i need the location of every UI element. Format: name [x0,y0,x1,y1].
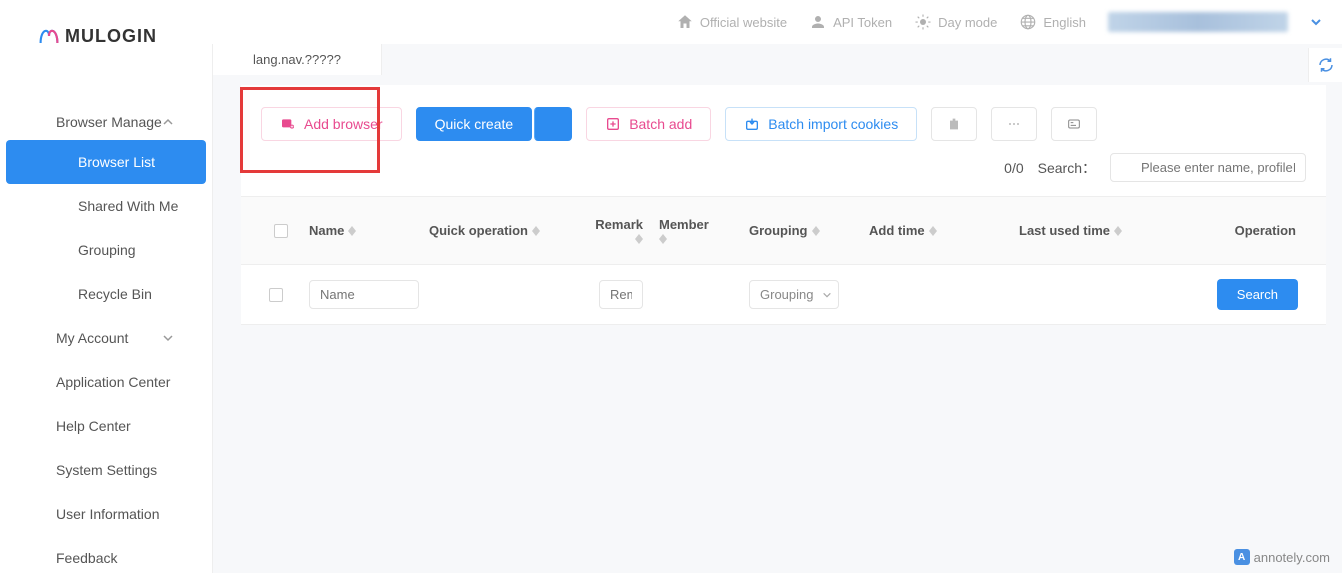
watermark: A annotely.com [1234,549,1330,565]
refresh-icon [1317,56,1335,74]
refresh-button[interactable] [1308,48,1342,82]
language-label: English [1043,15,1086,30]
batch-import-label: Batch import cookies [768,116,898,132]
sidebar-recycle-label: Recycle Bin [78,286,152,302]
sidebar-feedback[interactable]: Feedback [0,536,212,580]
sidebar-application-center[interactable]: Application Center [0,360,212,404]
sidebar-browser-list[interactable]: Browser List [6,140,206,184]
sort-grouping[interactable] [812,226,820,236]
chevron-down-icon [822,290,832,300]
chevron-down-icon[interactable] [1310,16,1322,28]
filter-name-input[interactable] [309,280,419,309]
add-browser-button[interactable]: Add browser [261,107,402,141]
sort-addtime[interactable] [929,226,937,236]
sidebar-recycle-bin[interactable]: Recycle Bin [0,272,212,316]
sidebar-system-settings[interactable]: System Settings [0,448,212,492]
sidebar-my-account-label: My Account [56,330,128,346]
sidebar-app-center-label: Application Center [56,374,170,390]
api-token-link[interactable]: API Token [809,13,892,31]
delete-button[interactable] [931,107,977,141]
sidebar-browser-manage[interactable]: Browser Manage [0,104,212,140]
export-button[interactable] [1051,107,1097,141]
sidebar-shared-with-me[interactable]: Shared With Me [0,184,212,228]
sparkle-icon [545,116,561,132]
caret-up-icon [162,116,174,128]
api-icon [809,13,827,31]
api-token-label: API Token [833,15,892,30]
col-operation: Operation [1235,223,1296,238]
day-mode-label: Day mode [938,15,997,30]
record-count: 0/0 [1004,160,1023,176]
plus-box-icon [605,116,621,132]
filter-grouping-select[interactable]: Grouping [749,280,839,309]
batch-import-cookies-button[interactable]: Batch import cookies [725,107,917,141]
sort-remark[interactable] [635,234,643,244]
filter-grouping-label: Grouping [760,287,813,302]
col-add-time: Add time [869,223,925,238]
sort-quick[interactable] [532,226,540,236]
import-icon [744,116,760,132]
sidebar-grouping[interactable]: Grouping [0,228,212,272]
sidebar-shared-label: Shared With Me [78,198,178,214]
sidebar-help-center[interactable]: Help Center [0,404,212,448]
trash-icon [946,116,962,132]
globe-icon [1019,13,1037,31]
sidebar-my-account[interactable]: My Account [0,316,212,360]
col-last-used-time: Last used time [1019,223,1110,238]
col-quick-operation: Quick operation [429,223,528,238]
official-website-link[interactable]: Official website [676,13,787,31]
sort-name[interactable] [348,226,356,236]
more-button[interactable] [991,107,1037,141]
sort-member[interactable] [659,234,667,244]
sidebar-settings-label: System Settings [56,462,157,478]
caret-down-icon [162,332,174,344]
search-input[interactable] [1110,153,1306,182]
sidebar-browser-list-label: Browser List [78,154,155,170]
language-selector[interactable]: English [1019,13,1086,31]
col-grouping: Grouping [749,223,808,238]
card-icon [1066,116,1082,132]
batch-add-button[interactable]: Batch add [586,107,711,141]
sidebar-feedback-label: Feedback [56,550,117,566]
watermark-text: annotely.com [1254,550,1330,565]
user-info-blurred [1108,12,1288,32]
add-browser-label: Add browser [304,116,383,132]
tab-label: lang.nav.????? [253,52,341,67]
filter-search-label: Search [1237,287,1278,302]
sidebar-help-label: Help Center [56,418,131,434]
quick-create-button[interactable]: Quick create [416,107,533,141]
filter-remark-input[interactable] [599,280,643,309]
sidebar-browser-manage-label: Browser Manage [56,114,162,130]
filter-row: Grouping Search [241,265,1326,325]
day-mode-toggle[interactable]: Day mode [914,13,997,31]
home-icon [676,13,694,31]
select-all-checkbox[interactable] [274,224,288,238]
quick-create-label: Quick create [435,116,514,132]
sidebar-user-information[interactable]: User Information [0,492,212,536]
col-remark: Remark [595,217,643,232]
sun-icon [914,13,932,31]
browser-icon [280,116,296,132]
watermark-logo-icon: A [1234,549,1250,565]
tab-current[interactable]: lang.nav.????? [213,44,382,75]
official-website-label: Official website [700,15,787,30]
filter-search-button[interactable]: Search [1217,279,1298,310]
col-name: Name [309,223,344,238]
row-checkbox[interactable] [269,288,283,302]
dots-icon [1006,116,1022,132]
search-label: Search： [1038,158,1096,178]
quick-create-dropdown[interactable] [534,107,572,141]
sort-lastused[interactable] [1114,226,1122,236]
col-member: Member [659,217,709,232]
sidebar-grouping-label: Grouping [78,242,136,258]
batch-add-label: Batch add [629,116,692,132]
sidebar-user-info-label: User Information [56,506,159,522]
